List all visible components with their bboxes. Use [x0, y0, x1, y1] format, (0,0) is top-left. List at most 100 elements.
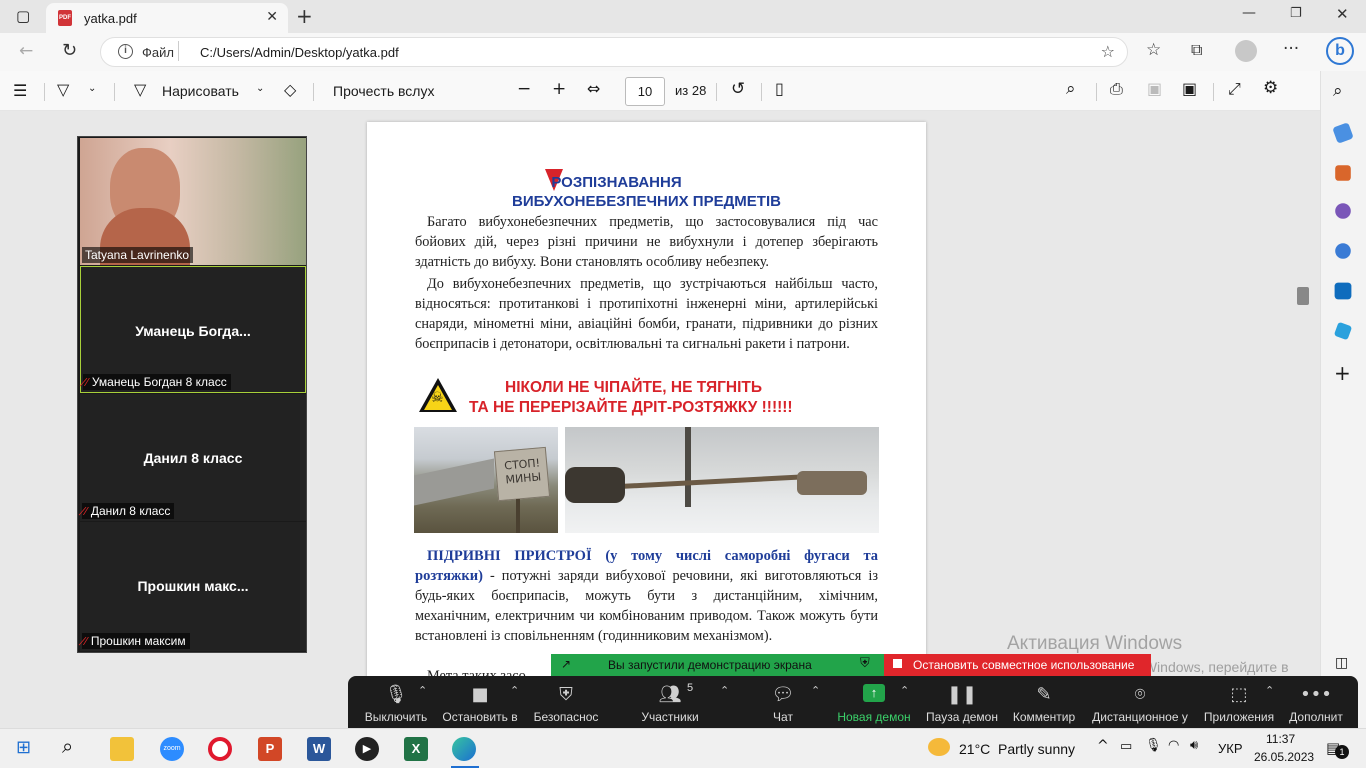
- weather-sun-icon[interactable]: [928, 738, 950, 756]
- windows-taskbar: ⊞ ⌕ zoom P W ▶ X 21°C Partly sunny ^ ▭ 🎙…: [0, 728, 1366, 768]
- participants-button[interactable]: 👥︎ Участники: [630, 676, 710, 728]
- save-icon[interactable]: ▣: [1147, 79, 1162, 98]
- save-as-icon[interactable]: ▣: [1182, 79, 1197, 98]
- chevron-up-icon[interactable]: ⌃: [1265, 684, 1274, 697]
- profile-avatar[interactable]: [1235, 40, 1257, 62]
- info-icon[interactable]: i: [118, 44, 133, 59]
- sidebar-tools-icon[interactable]: [1335, 165, 1351, 181]
- doc-paragraph-2: До вибухонебезпечних предметів, що зустр…: [415, 276, 878, 352]
- media-player-icon[interactable]: ▶: [355, 737, 379, 761]
- windows-start-icon[interactable]: ⊞: [16, 737, 31, 758]
- highlight-icon[interactable]: ▽: [57, 80, 69, 99]
- close-window-icon[interactable]: ✕: [1336, 5, 1349, 23]
- read-aloud-button[interactable]: Прочесть вслух: [333, 83, 434, 99]
- chevron-down-icon[interactable]: ⌄: [256, 83, 264, 94]
- wifi-icon[interactable]: ◠: [1168, 738, 1179, 753]
- restore-icon[interactable]: ❐: [1290, 6, 1302, 21]
- mic-muted-icon: ⁄̸: [85, 505, 87, 518]
- sidebar-games-icon[interactable]: [1335, 203, 1351, 219]
- fullscreen-icon[interactable]: ⤢: [1228, 79, 1241, 99]
- chevron-up-icon[interactable]: ⌃: [900, 684, 909, 697]
- stop-share-button[interactable]: Остановить совместное использование: [884, 654, 1151, 676]
- stop-square-icon: [893, 659, 902, 668]
- add-favorite-icon[interactable]: ☆: [1101, 42, 1115, 61]
- page-number-input[interactable]: 10: [625, 77, 665, 106]
- edge-sidebar: ⌕ + ◫: [1320, 71, 1366, 728]
- weather-temp[interactable]: 21°C: [959, 741, 990, 757]
- language-indicator[interactable]: УКР: [1218, 741, 1243, 756]
- draw-icon[interactable]: ▽: [134, 80, 146, 99]
- chevron-up-icon[interactable]: ⌃: [720, 684, 729, 697]
- tab-actions-icon[interactable]: ▢: [16, 7, 30, 25]
- video-tile-proshkin[interactable]: Прошкин макс... ⁄̸ Прошкин максим: [80, 522, 306, 651]
- video-tile-umanets[interactable]: Уманець Богда... ⁄̸ Уманець Богдан 8 клас…: [80, 266, 306, 393]
- chevron-up-icon[interactable]: ⌃: [418, 684, 427, 697]
- doc-paragraph-3-body: - потужні заряди вибухової речовини, які…: [415, 568, 878, 644]
- tab-yatka-pdf[interactable]: PDF yatka.pdf ✕: [46, 3, 288, 33]
- zoom-app-icon[interactable]: zoom: [160, 737, 184, 761]
- draw-button[interactable]: Нарисовать: [162, 83, 239, 99]
- tray-microphone-icon[interactable]: 🎙︎: [1145, 738, 1162, 753]
- refresh-icon[interactable]: ↻: [62, 40, 77, 61]
- sidebar-outlook-icon[interactable]: [1334, 282, 1352, 300]
- vertical-scrollbar[interactable]: [1296, 111, 1310, 728]
- zoom-in-icon[interactable]: +: [552, 79, 566, 99]
- video-tile-tatyana[interactable]: Tatyana Lavrinenko: [80, 138, 306, 265]
- mouse-icon: ⌾: [1134, 684, 1146, 705]
- clock-time[interactable]: 11:37: [1266, 732, 1295, 746]
- fit-page-icon[interactable]: ⇔: [587, 79, 600, 98]
- search-icon[interactable]: ⌕: [1066, 79, 1076, 99]
- word-icon[interactable]: W: [307, 737, 331, 761]
- minimize-icon[interactable]: —: [1242, 5, 1256, 21]
- tray-chevron-icon[interactable]: ^: [1097, 738, 1109, 754]
- video-tile-danil[interactable]: Данил 8 класс ⁄̸ Данил 8 класс: [80, 394, 306, 521]
- sidebar-layout-icon[interactable]: ◫: [1335, 655, 1348, 671]
- annotate-button[interactable]: ✎ Комментир: [1008, 676, 1080, 728]
- battery-icon[interactable]: ▭: [1120, 739, 1132, 754]
- sidebar-send-icon[interactable]: [1333, 321, 1353, 341]
- chat-button[interactable]: 💬︎ Чат: [748, 676, 818, 728]
- collections-icon[interactable]: ⧉: [1191, 40, 1202, 60]
- page-view-icon[interactable]: ▯: [775, 79, 784, 98]
- edge-icon[interactable]: [452, 737, 476, 761]
- pause-share-button[interactable]: ❚❚ Пауза демон: [922, 676, 1002, 728]
- sidebar-shopping-icon[interactable]: [1332, 122, 1354, 144]
- bing-copilot-icon[interactable]: b: [1326, 37, 1354, 65]
- close-tab-icon[interactable]: ✕: [266, 9, 278, 25]
- volume-icon[interactable]: 🔊︎: [1190, 738, 1198, 753]
- scrollbar-thumb[interactable]: [1297, 287, 1309, 305]
- rotate-icon[interactable]: ↺: [731, 79, 745, 99]
- sidebar-add-icon[interactable]: +: [1334, 361, 1351, 385]
- print-icon[interactable]: ⎙: [1110, 79, 1123, 99]
- sidebar-search-icon[interactable]: ⌕: [1333, 81, 1343, 101]
- clock-date[interactable]: 26.05.2023: [1254, 750, 1314, 764]
- opera-icon[interactable]: [208, 737, 232, 761]
- excel-icon[interactable]: X: [404, 737, 428, 761]
- settings-more-icon[interactable]: ···: [1283, 39, 1299, 59]
- address-bar-row: ← ↻ i Файл C:/Users/Admin/Desktop/yatka.…: [0, 33, 1366, 71]
- zoom-out-icon[interactable]: −: [517, 79, 531, 99]
- chevron-down-icon[interactable]: ⌄: [88, 83, 96, 94]
- contents-icon[interactable]: ☰: [13, 81, 27, 100]
- chevron-up-icon[interactable]: ⌃: [811, 684, 820, 697]
- sidebar-office-icon[interactable]: [1335, 243, 1351, 259]
- address-input[interactable]: i Файл C:/Users/Admin/Desktop/yatka.pdf …: [100, 37, 1128, 67]
- doc-paragraph-3: ПІДРИВНІ ПРИСТРОЇ (у тому числі саморобн…: [415, 546, 878, 646]
- back-icon[interactable]: ←: [19, 41, 33, 61]
- photo-mine-sign: СТОП! МИНЫ: [414, 427, 558, 533]
- search-icon[interactable]: ⌕: [62, 734, 73, 758]
- powerpoint-icon[interactable]: P: [258, 737, 282, 761]
- stop-video-button[interactable]: ■ Остановить в: [440, 676, 520, 728]
- remote-control-button[interactable]: ⌾ Дистанционное у: [1088, 676, 1192, 728]
- more-button[interactable]: ••• Дополнит: [1284, 676, 1348, 728]
- chevron-up-icon[interactable]: ⌃: [510, 684, 519, 697]
- favorites-icon[interactable]: ☆: [1146, 40, 1161, 60]
- security-button[interactable]: ⛨ Безопаснос: [528, 676, 604, 728]
- new-tab-button[interactable]: +: [296, 4, 313, 28]
- weather-desc[interactable]: Partly sunny: [998, 741, 1075, 757]
- pdf-file-icon: PDF: [58, 10, 72, 26]
- eraser-icon[interactable]: ◇: [284, 80, 296, 99]
- security-shield-icon: ⛨: [559, 684, 573, 705]
- pdf-settings-gear-icon[interactable]: ⚙: [1263, 78, 1278, 98]
- file-explorer-icon[interactable]: [110, 737, 134, 761]
